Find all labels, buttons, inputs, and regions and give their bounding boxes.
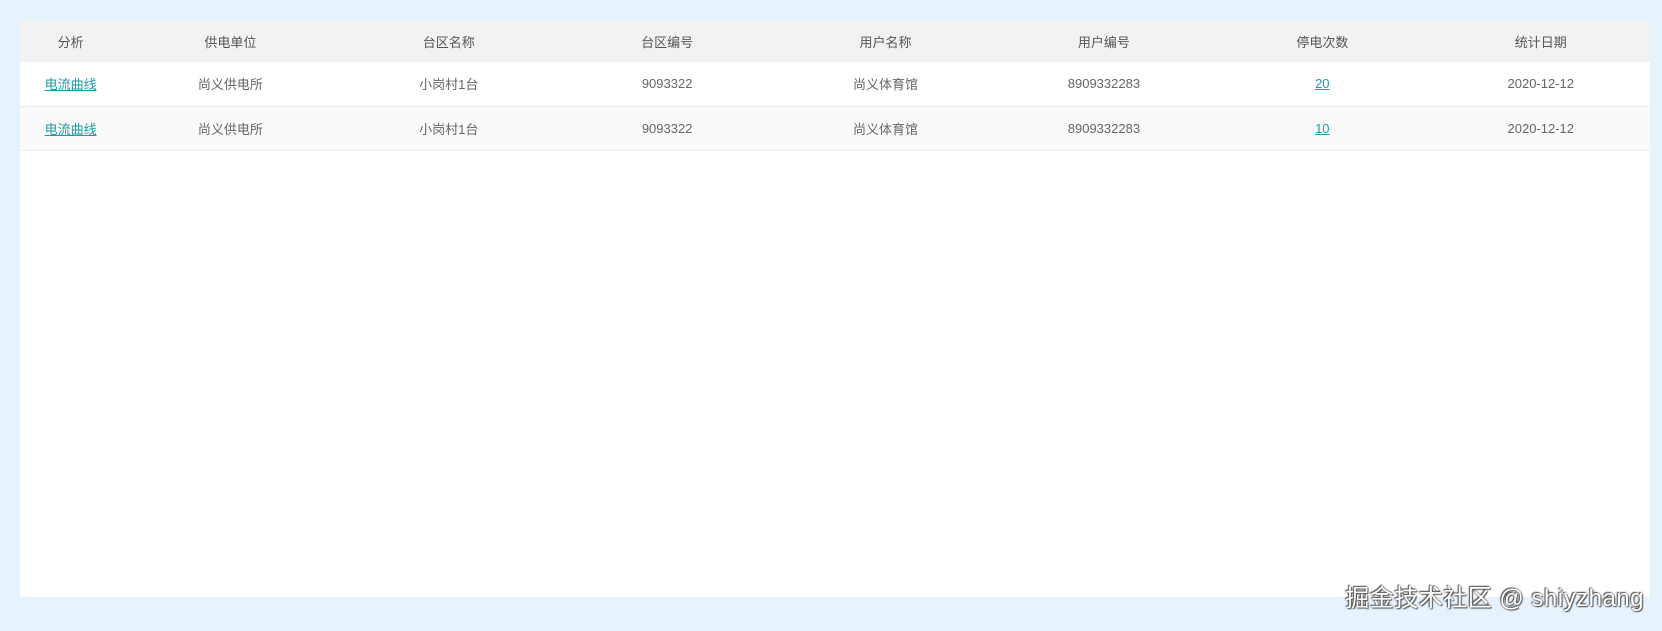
outage-count-link[interactable]: 10: [1315, 121, 1329, 136]
cell-outage-count: 20: [1213, 62, 1431, 106]
watermark-text: 掘金技术社区 @ shiyzhang: [1345, 585, 1644, 612]
cell-analysis: 电流曲线: [20, 106, 121, 150]
cell-analysis: 电流曲线: [20, 62, 121, 106]
cell-user-no: 8909332283: [1067, 76, 1141, 92]
cell-outage-count: 10: [1213, 106, 1431, 150]
table-header: 分析 供电单位 台区名称 台区编号 用户名称 用户编号 停电次数 统计日期: [20, 20, 1650, 62]
table-row: 电流曲线 尚义供电所 小岗村1台 9093322 尚义体育馆 890933228…: [20, 62, 1650, 106]
cell-supply-unit: 尚义供电所: [197, 77, 263, 93]
current-curve-link[interactable]: 电流曲线: [45, 122, 97, 137]
header-user-no: 用户编号: [1077, 34, 1130, 50]
current-curve-link[interactable]: 电流曲线: [45, 77, 97, 92]
header-user-name: 用户名称: [859, 34, 912, 50]
cell-area-name: 小岗村1台: [419, 121, 479, 137]
cell-user-name: 尚义体育馆: [853, 121, 919, 137]
cell-supply-unit: 尚义供电所: [197, 121, 263, 137]
outage-count-link[interactable]: 20: [1315, 76, 1329, 91]
header-row: 分析 供电单位 台区名称 台区编号 用户名称 用户编号 停电次数 统计日期: [20, 20, 1650, 62]
header-supply-unit: 供电单位: [204, 34, 257, 50]
cell-area-name: 小岗村1台: [419, 77, 479, 93]
header-analysis: 分析: [57, 34, 84, 50]
cell-stat-date: 2020-12-12: [1507, 120, 1575, 136]
cell-area-code: 9093322: [641, 120, 693, 136]
data-table-panel: 分析 供电单位 台区名称 台区编号 用户名称 用户编号 停电次数 统计日期 电流…: [20, 20, 1650, 597]
table-body: 电流曲线 尚义供电所 小岗村1台 9093322 尚义体育馆 890933228…: [20, 62, 1650, 150]
cell-area-code: 9093322: [641, 76, 693, 92]
header-stat-date: 统计日期: [1514, 34, 1567, 50]
cell-stat-date: 2020-12-12: [1507, 76, 1575, 92]
table-row: 电流曲线 尚义供电所 小岗村1台 9093322 尚义体育馆 890933228…: [20, 106, 1650, 150]
header-area-name: 台区名称: [422, 34, 475, 50]
cell-user-no: 8909332283: [1067, 120, 1141, 136]
outage-table: 分析 供电单位 台区名称 台区编号 用户名称 用户编号 停电次数 统计日期 电流…: [20, 20, 1650, 151]
cell-user-name: 尚义体育馆: [853, 77, 919, 93]
header-outage-count: 停电次数: [1296, 34, 1349, 50]
header-area-code: 台区编号: [641, 34, 694, 50]
